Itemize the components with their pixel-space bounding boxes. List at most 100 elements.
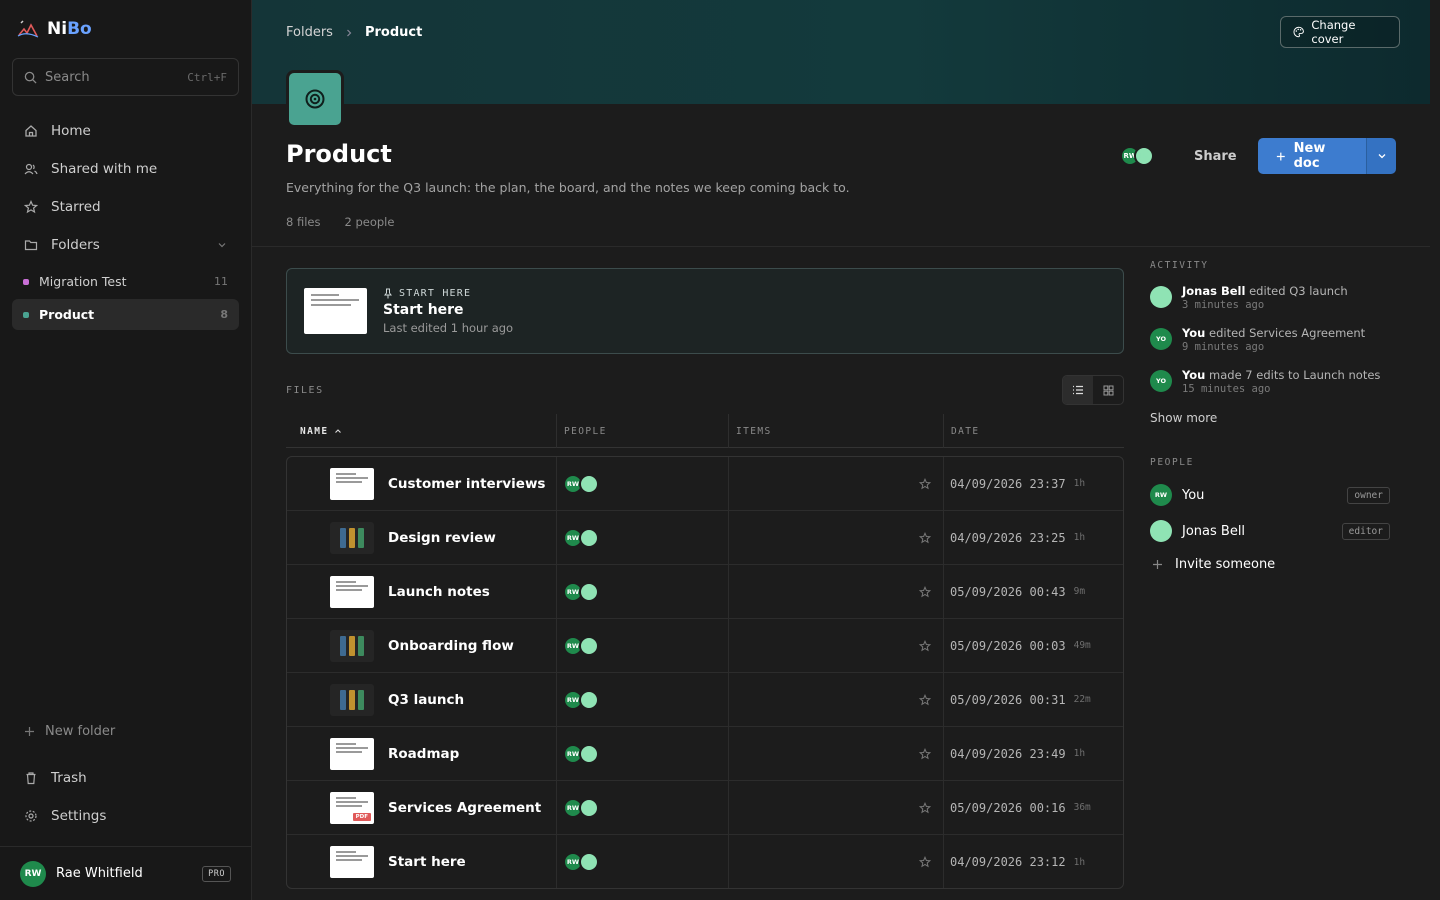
file-name[interactable]: Launch notes [388,584,490,600]
file-date-cell: 05/09/2026 00:31 22m [943,673,1123,726]
user-profile[interactable]: RW Rae Whitfield PRO [0,846,251,900]
collaborators-stack[interactable]: RW JB [563,527,599,548]
collaborators-stack[interactable]: RW JB [563,689,599,710]
avatar: JB [579,797,599,818]
sidebar-item-settings[interactable]: Settings [12,797,239,835]
table-row[interactable]: Design review RW JB 04/09/2026 23:25 1h [287,511,1123,565]
file-items-cell [728,835,943,888]
pinned-label: START HERE [383,288,513,299]
change-cover-button[interactable]: Change cover [1280,16,1400,48]
star-icon[interactable] [919,477,931,490]
column-date-header[interactable]: DATE [943,414,1124,448]
activity-item[interactable]: YO You edited Services Agreement 9 minutes… [1150,325,1390,353]
sidebar-item-starred[interactable]: Starred [12,188,239,226]
share-button[interactable]: Share [1194,149,1237,164]
doc-thumbnail [330,467,374,500]
file-people-cell: RW JB [556,457,728,510]
role-badge[interactable]: editor [1341,522,1390,540]
sidebar-folder-product[interactable]: Product 8 [12,299,239,330]
grid-view-button[interactable] [1093,376,1123,404]
star-icon[interactable] [919,801,931,814]
collaborators-stack[interactable]: RW JB [563,743,599,764]
doc-thumbnail: PDF [330,791,374,824]
sidebar-item-trash[interactable]: Trash [12,759,239,797]
star-icon[interactable] [919,585,931,598]
table-row[interactable]: Q3 launch RW JB 05/09/2026 00:31 22m [287,673,1123,727]
activity-text: You made 7 edits to Launch notes [1182,368,1381,382]
star-icon[interactable] [919,747,931,760]
folder-emblem[interactable] [286,70,344,128]
table-row[interactable]: Customer interviews RW JB 04/09/2026 23:37 1… [287,457,1123,511]
file-name-cell: Q3 launch [287,673,556,726]
file-name[interactable]: Q3 launch [388,692,464,708]
collaborators-stack[interactable]: RW JB [1120,146,1154,166]
activity-text: You edited Services Agreement [1182,326,1366,340]
file-name-cell: Roadmap [287,727,556,780]
new-doc-dropdown[interactable] [1366,138,1396,174]
people-count: 2 people [344,215,395,229]
folder-icon [24,240,38,251]
file-name[interactable]: Services Agreement [388,800,541,816]
change-cover-label: Change cover [1311,18,1356,46]
activity-time: 9 minutes ago [1182,341,1265,353]
sidebar-item-shared[interactable]: Shared with me [12,150,239,188]
invite-button[interactable]: Invite someone [1150,549,1390,579]
start-card-title: Start here [383,301,464,318]
star-icon[interactable] [919,856,931,868]
start-here-card[interactable]: START HERE Start here Last edited 1 hour… [286,268,1124,354]
collaborators-stack[interactable]: RW JB [563,797,599,818]
activity-item[interactable]: YO You made 7 edits to Launch notes 15 min… [1150,367,1390,395]
table-row[interactable]: Onboarding flow RW JB 05/09/2026 00:03 49m [287,619,1123,673]
person-name: You [1182,487,1205,503]
sidebar-item-folders[interactable]: Folders [12,226,239,264]
file-date: 05/09/2026 00:43 [950,584,1066,599]
file-name[interactable]: Customer interviews [388,476,545,492]
file-name[interactable]: Start here [388,854,466,870]
table-row[interactable]: PDF Services Agreement RW JB 05/09/2026 00:1… [287,781,1123,835]
sidebar-item-home[interactable]: Home [12,112,239,150]
people-section-label: PEOPLE [1150,457,1194,468]
breadcrumb-root[interactable]: Folders [286,25,333,40]
star-icon[interactable] [919,639,931,652]
pin-icon [384,288,392,298]
new-folder-button[interactable]: New folder [12,716,239,746]
column-name-header[interactable]: NAME [286,414,556,448]
sidebar-nav: Home Shared with me Starred Folders Migr… [12,112,239,330]
file-relative-time: 49m [1073,640,1091,651]
plus-icon [1276,152,1285,160]
file-relative-time: 36m [1073,802,1091,813]
file-name[interactable]: Design review [388,530,496,546]
collaborators-stack[interactable]: RW JB [563,581,599,602]
table-row[interactable]: Roadmap RW JB 04/09/2026 23:49 1h [287,727,1123,781]
new-doc-button[interactable]: New doc [1258,138,1366,174]
search-input[interactable]: Search Ctrl+F [12,58,239,96]
table-row[interactable]: Start here RW JB 04/09/2026 23:12 1h [287,835,1123,888]
brand[interactable]: NiBo [17,19,92,39]
file-date-cell: 04/09/2026 23:25 1h [943,511,1123,564]
table-row[interactable]: Launch notes RW JB 05/09/2026 00:43 9m [287,565,1123,619]
sidebar-folder-migration-test[interactable]: Migration Test 11 [12,266,239,297]
avatar: RW [20,860,46,887]
star-icon[interactable] [919,693,931,706]
star-icon[interactable] [919,531,931,544]
sidebar: NiBo Search Ctrl+F Home Shared with me S… [0,0,252,900]
file-name[interactable]: Roadmap [388,746,459,762]
list-view-button[interactable] [1063,376,1093,404]
role-badge[interactable]: owner [1347,486,1390,504]
activity-item[interactable]: JB Jonas Bell edited Q3 launch 3 minutes a… [1150,283,1390,311]
collaborators-stack[interactable]: RW JB [563,473,599,494]
collaborators-stack[interactable]: RW JB [563,852,599,872]
column-people-header[interactable]: PEOPLE [556,414,728,448]
breadcrumb: Folders Product [286,25,422,40]
show-more-link[interactable]: Show more [1150,411,1390,425]
main-content: Folders Product Change cover Product Eve… [252,0,1440,900]
person-row[interactable]: RW You owner [1150,477,1390,513]
person-row[interactable]: JB Jonas Bell editor [1150,513,1390,549]
collaborators-stack[interactable]: RW JB [563,635,599,656]
board-thumbnail [330,683,374,716]
chevron-down-icon[interactable] [217,240,227,250]
file-name[interactable]: Onboarding flow [388,638,514,654]
gear-icon [25,810,37,822]
doc-thumbnail [330,846,374,878]
column-items-header[interactable]: ITEMS [728,414,943,448]
